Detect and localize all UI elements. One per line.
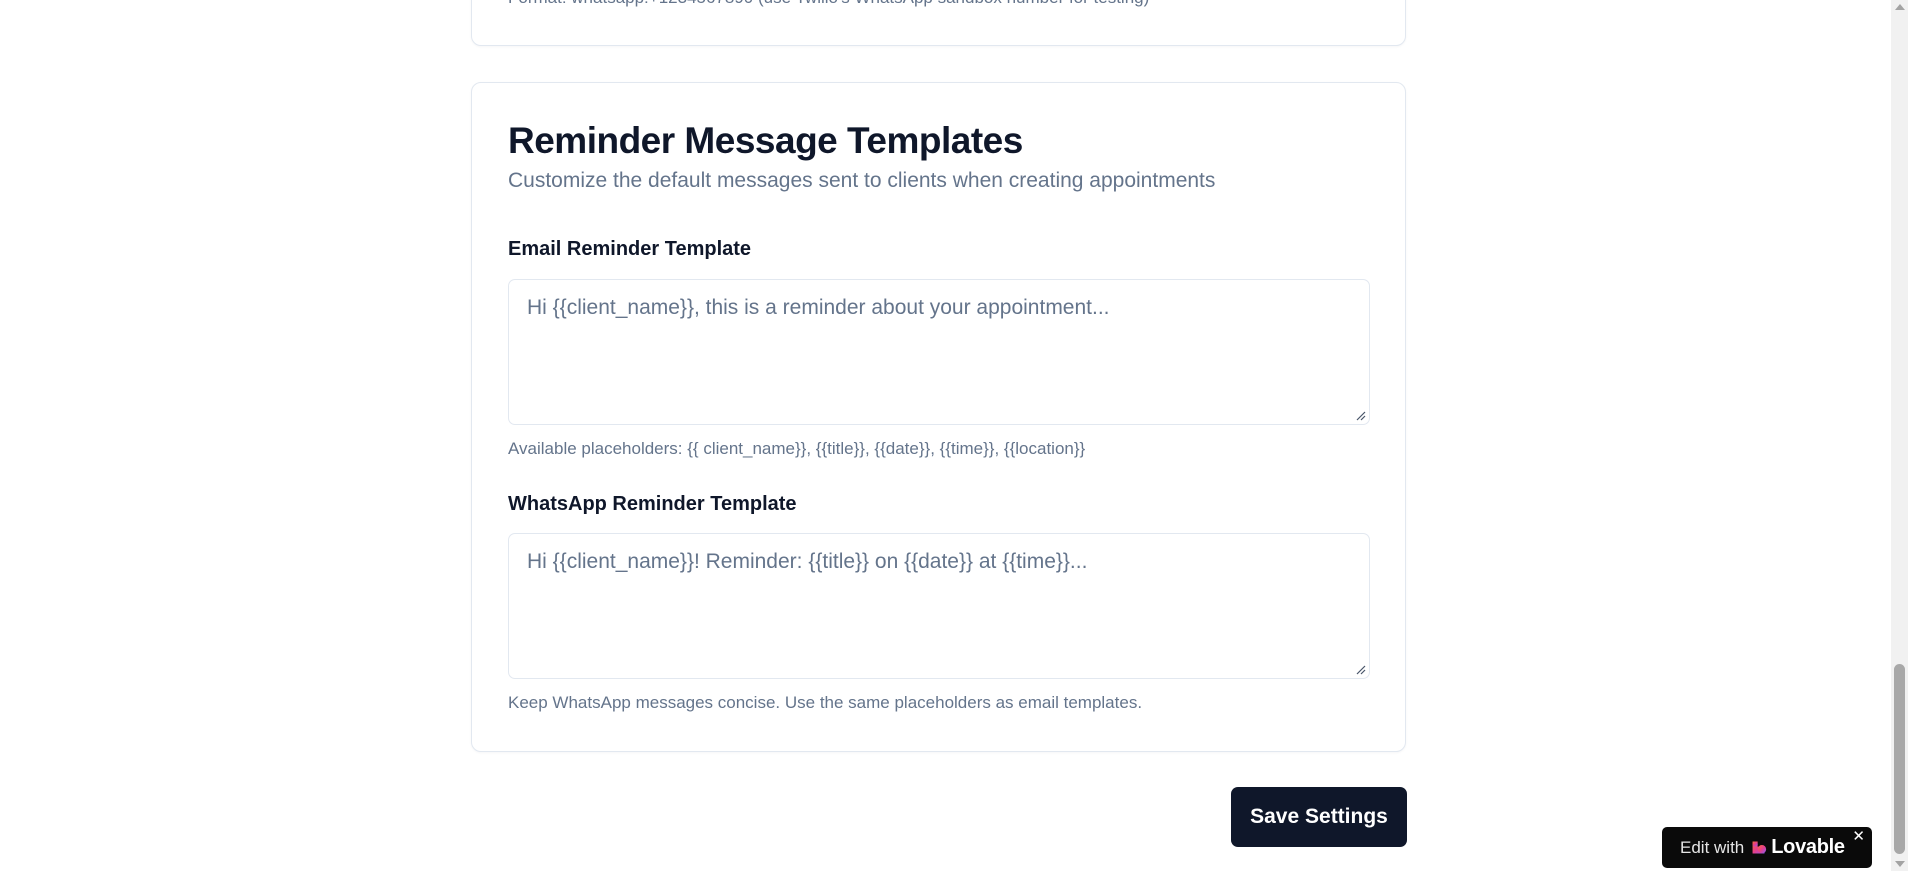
vertical-scrollbar[interactable] <box>1891 0 1908 871</box>
scrollbar-thumb[interactable] <box>1894 664 1905 854</box>
email-template-field <box>508 279 1370 425</box>
email-template-label: Email Reminder Template <box>508 238 752 260</box>
whatsapp-number-format-hint: Format: whatsapp:+1234567890 (use Twilio… <box>508 0 1149 8</box>
previous-settings-card: Format: whatsapp:+1234567890 (use Twilio… <box>471 0 1406 46</box>
lovable-heart-icon <box>1752 841 1767 854</box>
resize-handle-icon[interactable] <box>1354 663 1366 675</box>
badge-prefix-text: Edit with <box>1680 837 1745 857</box>
email-template-helper: Available placeholders: {{ client_name}}… <box>508 439 1086 458</box>
whatsapp-template-field <box>508 533 1370 679</box>
email-template-textarea[interactable] <box>509 280 1369 424</box>
whatsapp-template-label: WhatsApp Reminder Template <box>508 493 797 515</box>
whatsapp-template-textarea[interactable] <box>509 534 1369 678</box>
settings-page: Format: whatsapp:+1234567890 (use Twilio… <box>0 0 1908 871</box>
badge-close-icon[interactable]: ✕ <box>1852 829 1865 844</box>
badge-brand-text: Lovable <box>1771 836 1845 858</box>
resize-handle-icon[interactable] <box>1354 409 1366 421</box>
card-description: Customize the default messages sent to c… <box>508 169 1216 192</box>
scroll-down-arrow-icon[interactable] <box>1895 861 1905 867</box>
save-settings-button[interactable]: Save Settings <box>1231 787 1407 847</box>
card-title: Reminder Message Templates <box>508 120 1023 161</box>
edit-with-lovable-badge[interactable]: Edit with Lovable ✕ <box>1662 827 1872 868</box>
reminder-templates-card: Reminder Message Templates Customize the… <box>471 82 1406 752</box>
whatsapp-template-helper: Keep WhatsApp messages concise. Use the … <box>508 693 1143 712</box>
scroll-up-arrow-icon[interactable] <box>1895 4 1905 10</box>
